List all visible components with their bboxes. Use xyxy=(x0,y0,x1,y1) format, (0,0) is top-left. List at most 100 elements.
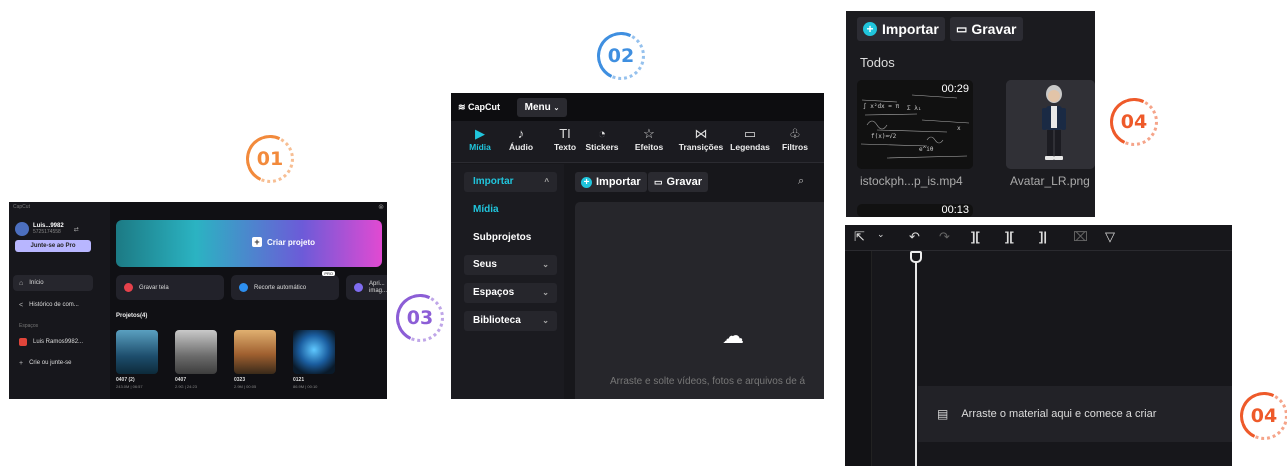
project-thumbnail[interactable] xyxy=(234,330,276,374)
marker-icon[interactable]: ▽ xyxy=(1105,229,1115,245)
media-duration: 00:29 xyxy=(941,83,969,95)
create-project-label: Criar projeto xyxy=(267,237,316,247)
tab-effects[interactable]: ☆ Efeitos xyxy=(625,125,673,152)
project-name: 0323 xyxy=(234,377,246,383)
media-item-partial[interactable]: 00:13 xyxy=(857,204,973,217)
media-drop-zone[interactable]: ☁ Arraste e solte vídeos, fotos e arquiv… xyxy=(575,202,824,399)
sidebar-item-media[interactable]: Mídia xyxy=(473,204,499,215)
step-badge-04-top: 04 xyxy=(1110,98,1158,146)
image-tile[interactable]: Apri... imag... xyxy=(346,275,387,300)
plus-icon: + xyxy=(863,22,877,36)
search-icon[interactable]: ⌕ xyxy=(798,175,804,188)
record-icon: ▭ xyxy=(654,176,663,187)
sidebar-item-label: Início xyxy=(29,280,44,286)
effects-icon: ☆ xyxy=(643,126,655,141)
redo-icon[interactable]: ↷ xyxy=(939,229,950,245)
sidebar-item-home[interactable]: ⌂ Início xyxy=(13,275,93,291)
plus-icon: + xyxy=(19,359,24,367)
image-icon xyxy=(354,283,363,292)
split-right-icon[interactable]: ]| xyxy=(1039,229,1047,244)
sidebar-item-history[interactable]: < Histórico de com... xyxy=(13,297,93,313)
sidebar-item-subprojects[interactable]: Subprojetos xyxy=(473,232,531,243)
tile-label: Gravar tela xyxy=(139,284,169,291)
chevron-down-icon[interactable]: ⌄ xyxy=(877,229,885,240)
avatar xyxy=(15,222,29,236)
drop-hint: Arraste e solte vídeos, fotos e arquivos… xyxy=(610,376,806,387)
project-thumbnail[interactable] xyxy=(175,330,217,374)
svg-text:Σ λ₁: Σ λ₁ xyxy=(907,105,921,112)
editor-toolbar: ▶ Mídia ♪ Áudio TI Texto ◔ Stickers ☆ Efeitos… xyxy=(451,121,824,163)
step-badge-02: 02 xyxy=(597,32,645,80)
project-thumbnail[interactable] xyxy=(293,330,335,374)
switch-icon[interactable]: ⇄ xyxy=(74,226,79,233)
split-icon[interactable]: ][ xyxy=(971,229,980,244)
project-meta: 243.0M | 06:57 xyxy=(116,384,143,389)
home-icon: ⌂ xyxy=(19,279,24,287)
plus-icon: + xyxy=(252,237,262,247)
space-icon xyxy=(19,338,27,346)
undo-icon[interactable]: ↶ xyxy=(909,229,920,245)
track-gutter xyxy=(845,251,872,466)
auto-cutout-tile[interactable]: Recorte automático PRO xyxy=(231,271,339,300)
tab-filters[interactable]: ♧ Filtros xyxy=(771,125,819,152)
sidebar-item-yours[interactable]: Seus ⌄ xyxy=(464,255,557,275)
playhead-handle[interactable] xyxy=(910,251,922,263)
project-meta: 2.9M | 00:05 xyxy=(234,384,257,389)
tab-audio[interactable]: ♪ Áudio xyxy=(497,125,545,152)
tab-label: Stickers xyxy=(585,142,619,152)
user-card[interactable]: Luis...9982 5725174558 ⇄ xyxy=(15,222,79,236)
project-thumbnail[interactable] xyxy=(116,330,158,374)
sidebar-item-join-space[interactable]: + Crie ou junte-se xyxy=(13,355,93,371)
sidebar-item-library[interactable]: Biblioteca ⌄ xyxy=(464,311,557,331)
chevron-down-icon: ⌄ xyxy=(542,260,549,269)
chevron-down-icon: ⌄ xyxy=(542,288,549,297)
media-item-video[interactable]: ∫ x²dx = π Σ λ₁ f(x)=√2 e^iθ x 00:29 xyxy=(857,80,973,169)
media-sidebar xyxy=(451,164,564,399)
project-name: 0407 xyxy=(175,377,187,383)
svg-text:∫ x²dx = π: ∫ x²dx = π xyxy=(863,102,900,110)
pro-badge: PRO xyxy=(322,271,335,276)
sidebar-item-spaces[interactable]: Espaços ⌄ xyxy=(464,283,557,303)
tab-label: Efeitos xyxy=(634,142,664,152)
sidebar-item-import[interactable]: Importar ^ xyxy=(464,172,557,192)
playhead[interactable] xyxy=(915,254,917,466)
filters-icon: ♧ xyxy=(789,126,801,141)
svg-text:x: x xyxy=(957,125,961,132)
tab-label: Áudio xyxy=(508,142,534,152)
tab-label: Transições xyxy=(678,142,724,152)
tab-transitions[interactable]: ⋈ Transições xyxy=(673,125,729,152)
home-brand: CapCut xyxy=(13,204,30,210)
create-project-banner[interactable]: + Criar projeto xyxy=(116,220,382,267)
editor-topbar: ≋ CapCut Menu ⌄ xyxy=(451,93,824,121)
close-icon[interactable]: ⊗ xyxy=(378,203,384,211)
tab-captions[interactable]: ▭ Legendas xyxy=(726,125,774,152)
split-left-icon[interactable]: ][ xyxy=(1005,229,1014,244)
record-button[interactable]: ▭ Gravar xyxy=(950,17,1023,41)
cutout-icon xyxy=(239,283,248,292)
import-button[interactable]: + Importar xyxy=(857,17,945,41)
media-item-image[interactable] xyxy=(1006,80,1095,169)
timeline-toolbar: ⇱ ⌄ ↶ ↷ ][ ][ ]| ⌧ ▽ xyxy=(845,225,1232,251)
step-badge-01: 01 xyxy=(246,135,294,183)
avatar-thumbnail xyxy=(1006,80,1095,169)
import-button[interactable]: + Importar xyxy=(575,172,647,192)
spaces-label: Espaços xyxy=(19,323,39,329)
delete-icon[interactable]: ⌧ xyxy=(1073,229,1088,245)
capcut-home-screenshot: CapCut Luis...9982 5725174558 ⇄ Junte-se… xyxy=(9,202,387,399)
capcut-logo: ≋ CapCut xyxy=(458,102,501,112)
stickers-icon: ◔ xyxy=(598,126,606,141)
media-name: istockph...p_is.mp4 xyxy=(860,174,963,188)
sidebar-item-space[interactable]: Luis Ramos9982... xyxy=(13,334,93,350)
tab-stickers[interactable]: ◔ Stickers xyxy=(578,125,626,152)
tile-label: Recorte automático xyxy=(254,284,307,291)
track-hint: ▤ Arraste o material aqui e comece a cri… xyxy=(937,407,1156,421)
audio-icon: ♪ xyxy=(517,126,525,141)
chevron-down-icon: ⌄ xyxy=(553,105,560,112)
menu-button[interactable]: Menu ⌄ xyxy=(517,98,567,117)
join-pro-button[interactable]: Junte-se ao Pro xyxy=(15,240,91,252)
record-screen-tile[interactable]: Gravar tela xyxy=(116,275,224,300)
capcut-editor-screenshot: ≋ CapCut Menu ⌄ ▶ Mídia ♪ Áudio TI Texto ◔ S… xyxy=(451,93,824,399)
record-button[interactable]: ▭ Gravar xyxy=(648,172,708,192)
sidebar-item-label: Luis Ramos9982... xyxy=(33,339,84,345)
select-tool-icon[interactable]: ⇱ xyxy=(854,229,865,245)
